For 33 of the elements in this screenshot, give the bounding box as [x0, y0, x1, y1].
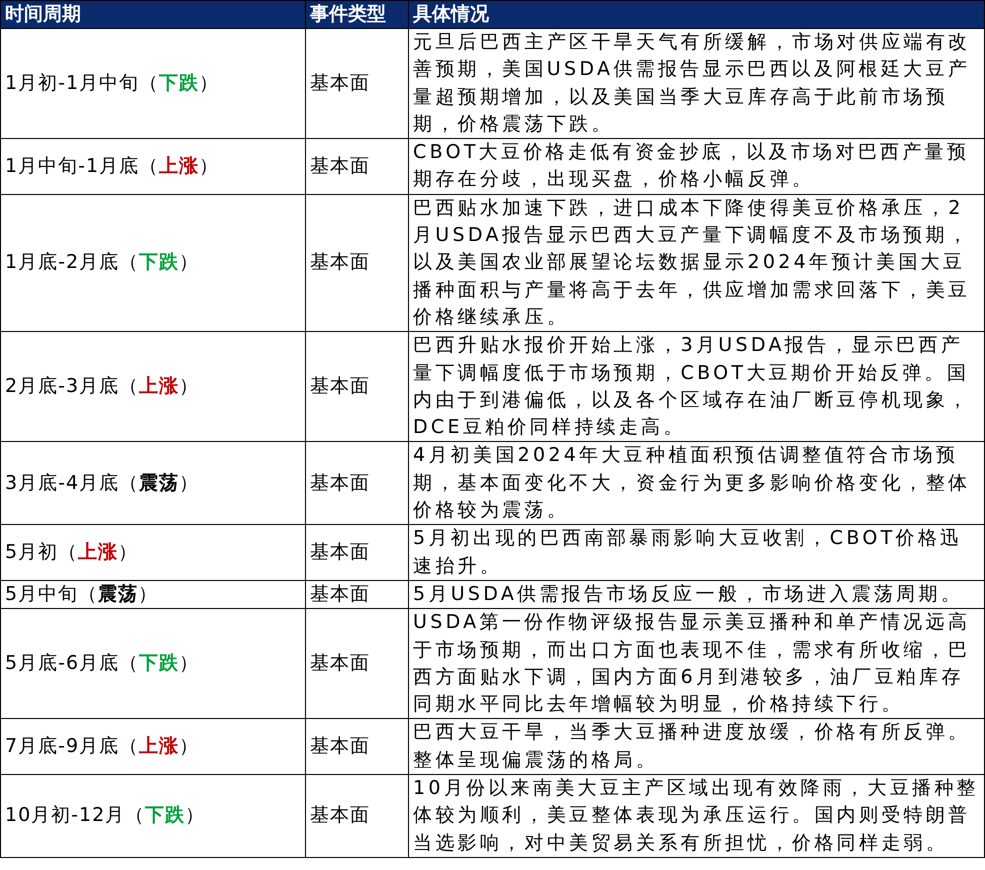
table-cell: 3月底-4月底（震荡） — [0, 442, 306, 525]
table-cell: 5月初（上涨） — [0, 524, 306, 580]
table-cell: 7月底-9月底（上涨） — [0, 718, 306, 775]
table-cell: USDA第一份作物评级报告显示美豆播种和单产情况远高于市场预期，而出口方面也表现不佳，需求有所收缩，巴西方面贴水下调，国内方面6月到港较多，油厂豆粕库存同期水平同比去年增幅较为明显，价格持续下行。 — [408, 608, 984, 719]
table-cell: 1月初-1月中旬（下跌） — [0, 28, 306, 139]
table-cell: 基本面 — [306, 442, 408, 525]
table-cell: 基本面 — [306, 138, 408, 194]
table-cell: 10月份以来南美大豆主产区域出现有效降雨，大豆播种整体较为顺利，美豆整体表现为承压运行。国内则受特朗普当选影响，对中美贸易关系有所担忧，价格同样走弱。 — [408, 774, 984, 858]
column-header: 时间周期 — [0, 0, 306, 28]
column-header: 事件类型 — [306, 0, 408, 28]
table-cell: 1月中旬-1月底（上涨） — [0, 138, 306, 194]
table-cell: 基本面 — [306, 332, 408, 442]
table-cell: 巴西贴水加速下跌，进口成本下降使得美豆价格承压，2月USDA报告显示巴西大豆产量下调幅度不及市场预期，以及美国农业部展望论坛数据显示2024年预计美国大豆播种面积与产量将高于去年，供应增加需求回落下，美豆价格继续承压。 — [408, 194, 984, 332]
table-cell: 基本面 — [306, 524, 408, 580]
table-cell: 巴西升贴水报价开始上涨，3月USDA报告，显示巴西产量下调幅度低于市场预期，CBOT大豆期价开始反弹。国内由于到港偏低，以及各个区域存在油厂断豆停机现象，DCE豆粕价同样持续走高。 — [408, 332, 984, 442]
table-cell: 2月底-3月底（上涨） — [0, 332, 306, 442]
table-cell: 1月底-2月底（下跌） — [0, 194, 306, 332]
table-cell: 巴西大豆干旱，当季大豆播种进度放缓，价格有所反弹。整体呈现偏震荡的格局。 — [408, 718, 984, 775]
table-cell: 基本面 — [306, 608, 408, 719]
table-cell: 基本面 — [306, 28, 408, 139]
table-cell: 基本面 — [306, 580, 408, 609]
table-cell: 元旦后巴西主产区干旱天气有所缓解，市场对供应端有改善预期，美国USDA供需报告显示巴西以及阿根廷大豆产量超预期增加，以及美国当季大豆库存高于此前市场预期，价格震荡下跌。 — [408, 28, 984, 139]
table-cell: 10月初-12月（下跌） — [0, 774, 306, 858]
table-cell: CBOT大豆价格走低有资金抄底，以及市场对巴西产量预期存在分歧，出现买盘，价格小幅反弹。 — [408, 138, 984, 194]
column-header: 具体情况 — [408, 0, 984, 28]
table-cell: 基本面 — [306, 194, 408, 332]
table-cell: 5月底-6月底（下跌） — [0, 608, 306, 719]
table-cell: 5月中旬（震荡） — [0, 580, 306, 609]
table-cell: 基本面 — [306, 718, 408, 775]
table-cell: 基本面 — [306, 774, 408, 858]
table-cell: 4月初美国2024年大豆种植面积预估调整值符合市场预期，基本面变化不大，资金行为更多影响价格变化，整体价格较为震荡。 — [408, 442, 984, 525]
table-cell: 5月初出现的巴西南部暴雨影响大豆收割，CBOT价格迅速抬升。 — [408, 524, 984, 580]
table-cell: 5月USDA供需报告市场反应一般，市场进入震荡周期。 — [408, 580, 984, 609]
